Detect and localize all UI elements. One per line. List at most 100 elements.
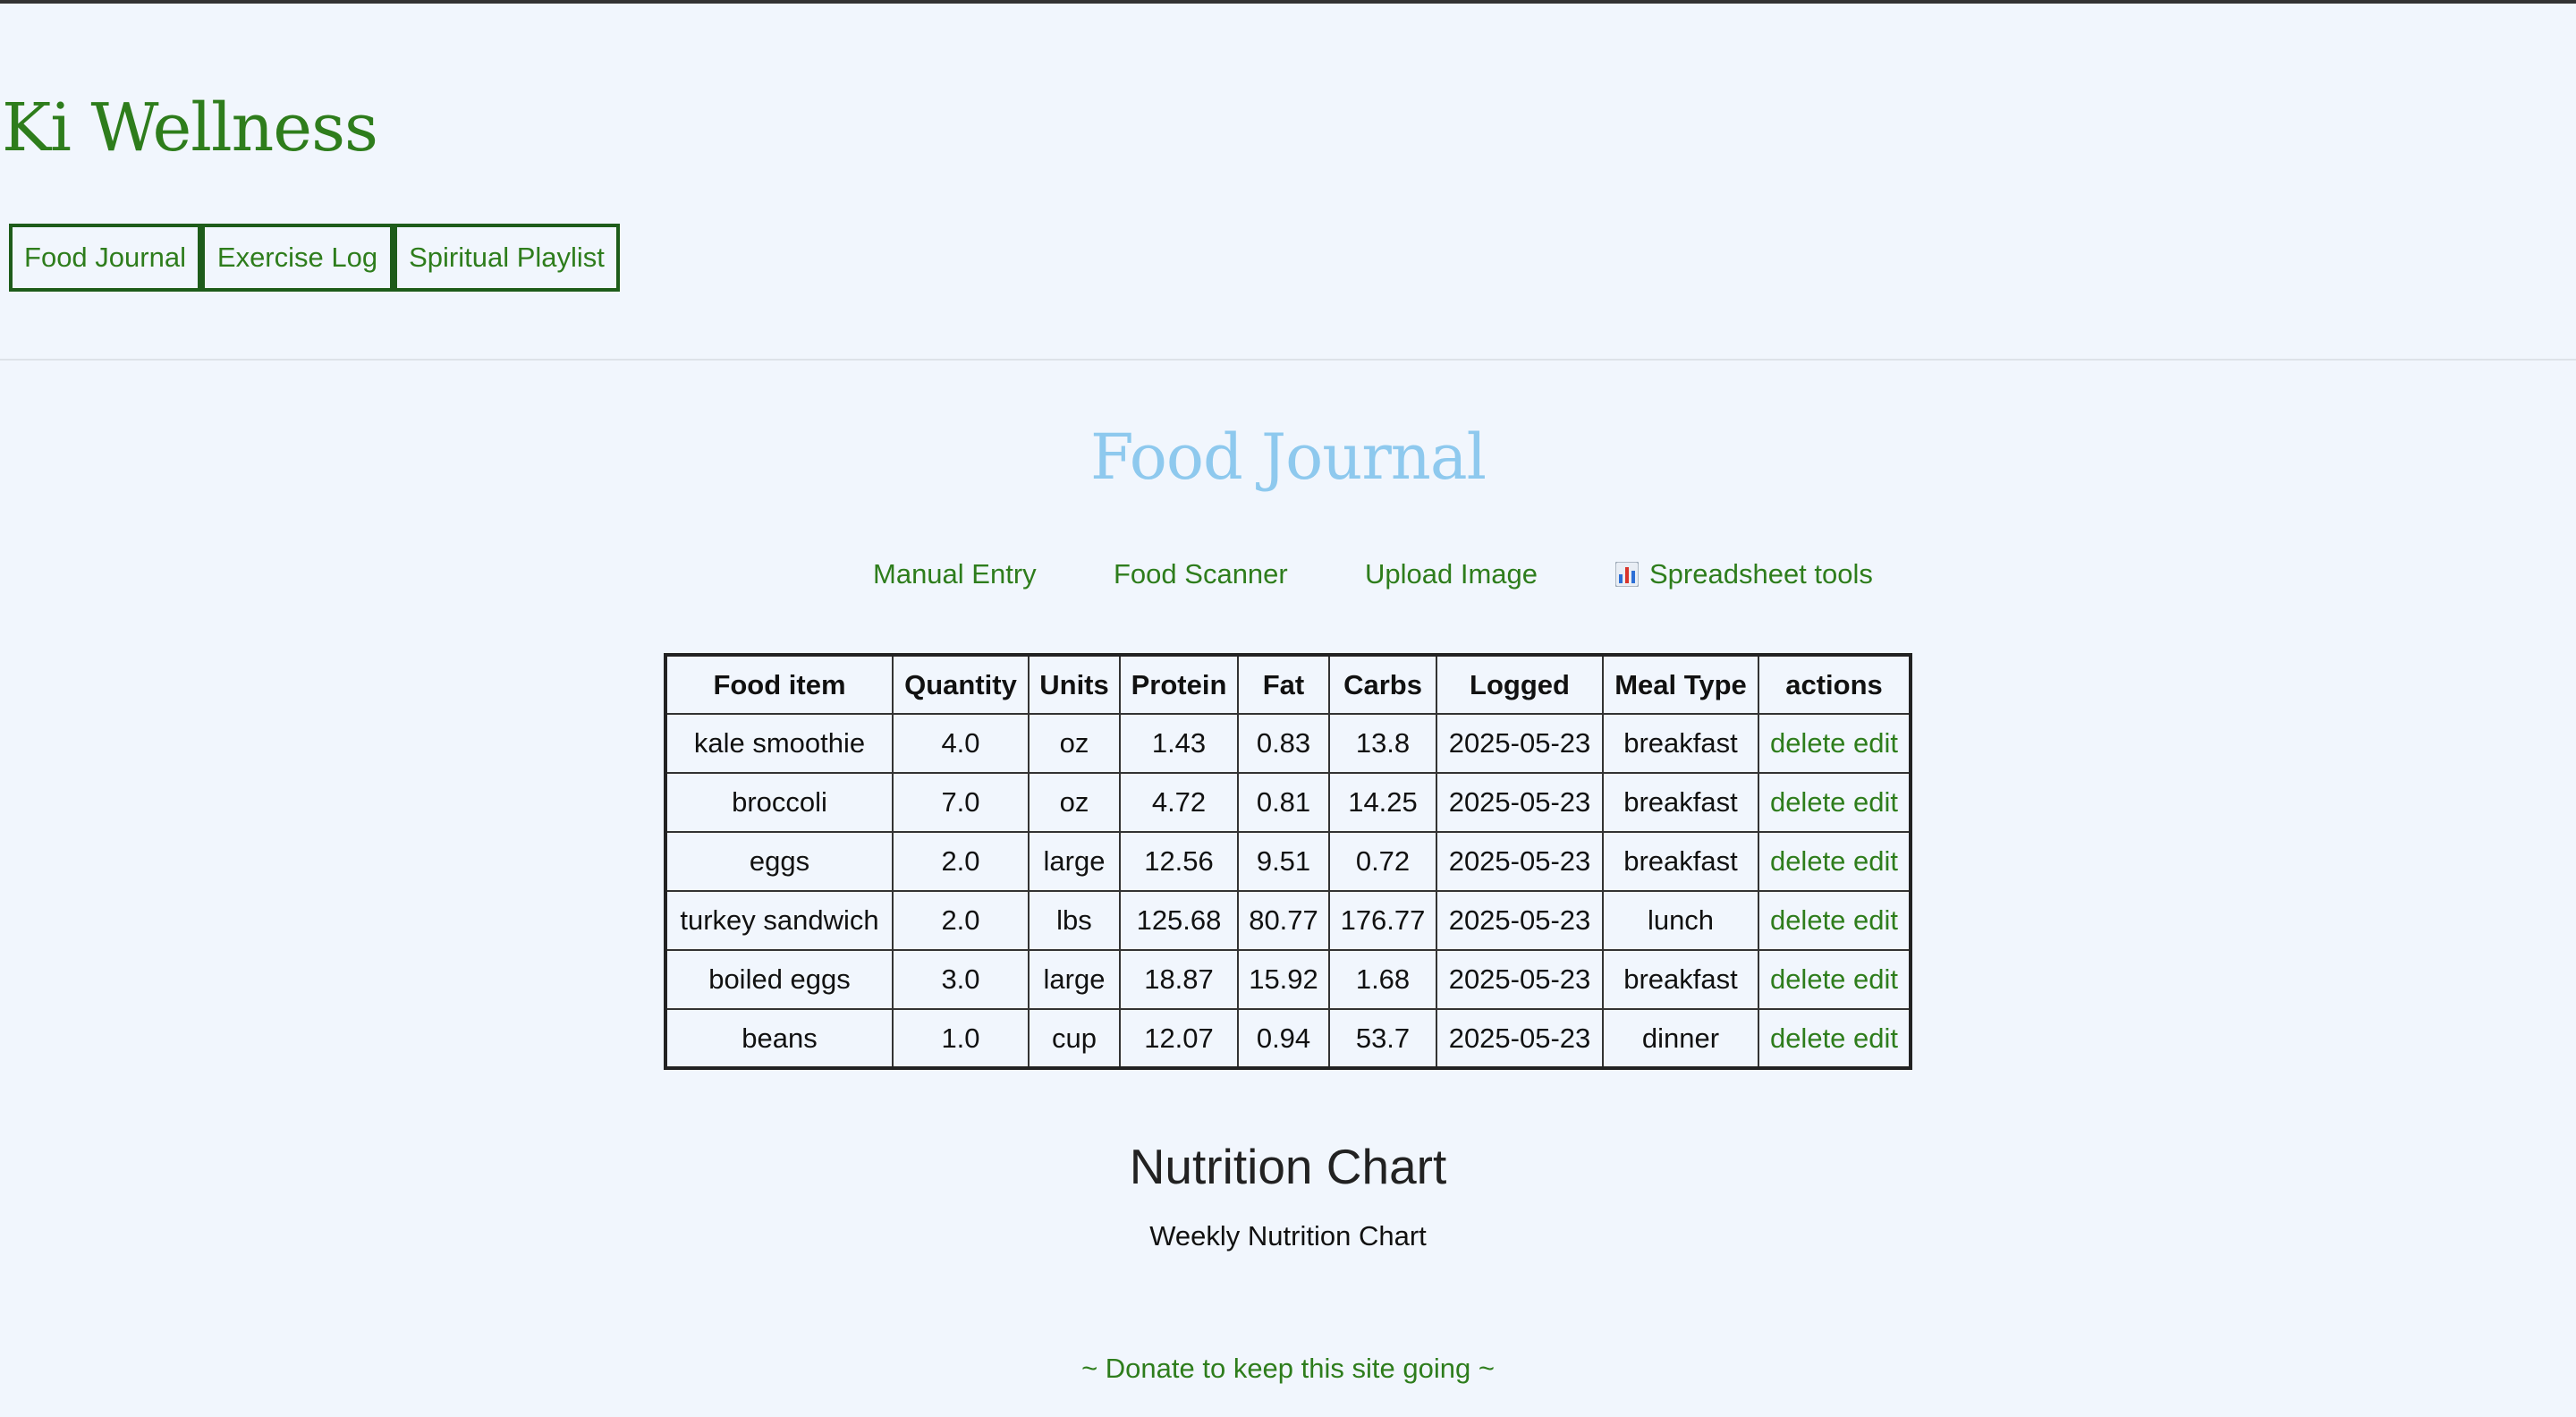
bar-chart-icon bbox=[1615, 562, 1639, 587]
units-cell: large bbox=[1028, 831, 1121, 892]
actions-cell: delete edit bbox=[1758, 949, 1911, 1010]
column-header-logged: Logged bbox=[1436, 654, 1604, 715]
column-header-carbs: Carbs bbox=[1328, 654, 1437, 715]
actions-cell: delete edit bbox=[1758, 1008, 1911, 1069]
fat-cell: 15.92 bbox=[1237, 949, 1330, 1010]
carbs-cell: 53.7 bbox=[1328, 1008, 1437, 1069]
meal-type-cell: breakfast bbox=[1602, 713, 1759, 774]
page-title: Food Journal bbox=[1089, 420, 1487, 494]
protein-cell: 4.72 bbox=[1119, 772, 1239, 833]
fat-cell: 0.81 bbox=[1237, 772, 1330, 833]
carbs-cell: 13.8 bbox=[1328, 713, 1437, 774]
logged-cell: 2025-05-23 bbox=[1436, 831, 1604, 892]
food-item-cell: kale smoothie bbox=[665, 713, 894, 774]
food-journal-table: Food item Quantity Units Protein Fat Car… bbox=[664, 653, 1912, 1070]
table-header-row: Food item Quantity Units Protein Fat Car… bbox=[665, 654, 1911, 715]
protein-cell: 12.07 bbox=[1119, 1008, 1239, 1069]
protein-cell: 125.68 bbox=[1119, 890, 1239, 951]
column-header-actions: actions bbox=[1758, 654, 1911, 715]
units-cell: oz bbox=[1028, 772, 1121, 833]
table-row: eggs 2.0 large 12.56 9.51 0.72 2025-05-2… bbox=[665, 831, 1911, 892]
brand-logo[interactable]: Ki Wellness bbox=[2, 89, 378, 166]
column-header-quantity: Quantity bbox=[892, 654, 1030, 715]
carbs-cell: 14.25 bbox=[1328, 772, 1437, 833]
logged-cell: 2025-05-23 bbox=[1436, 1008, 1604, 1069]
meal-type-cell: breakfast bbox=[1602, 949, 1759, 1010]
column-header-fat: Fat bbox=[1237, 654, 1330, 715]
column-header-food-item: Food item bbox=[665, 654, 894, 715]
actions-cell: delete edit bbox=[1758, 772, 1911, 833]
delete-link[interactable]: delete bbox=[1770, 845, 1845, 877]
carbs-cell: 176.77 bbox=[1328, 890, 1437, 951]
food-item-cell: beans bbox=[665, 1008, 894, 1069]
table-row: boiled eggs 3.0 large 18.87 15.92 1.68 2… bbox=[665, 949, 1911, 1010]
table-row: kale smoothie 4.0 oz 1.43 0.83 13.8 2025… bbox=[665, 713, 1911, 774]
protein-cell: 18.87 bbox=[1119, 949, 1239, 1010]
nav-exercise-log-button[interactable]: Exercise Log bbox=[201, 224, 394, 292]
actions-cell: delete edit bbox=[1758, 713, 1911, 774]
fat-cell: 0.83 bbox=[1237, 713, 1330, 774]
units-cell: oz bbox=[1028, 713, 1121, 774]
quantity-cell: 1.0 bbox=[892, 1008, 1030, 1069]
spreadsheet-tools-label: Spreadsheet tools bbox=[1649, 558, 1873, 590]
quantity-cell: 4.0 bbox=[892, 713, 1030, 774]
journal-tools: Manual Entry Food Scanner Upload Image S… bbox=[0, 558, 2576, 596]
donate-link[interactable]: ~ Donate to keep this site going ~ bbox=[0, 1353, 2576, 1385]
nutrition-chart-heading: Nutrition Chart bbox=[1129, 1139, 1447, 1194]
quantity-cell: 3.0 bbox=[892, 949, 1030, 1010]
table-row: beans 1.0 cup 12.07 0.94 53.7 2025-05-23… bbox=[665, 1008, 1911, 1069]
delete-link[interactable]: delete bbox=[1770, 786, 1845, 818]
edit-link[interactable]: edit bbox=[1853, 727, 1898, 759]
site-header: Ki Wellness Food Journal Exercise Log Sp… bbox=[0, 4, 2576, 361]
carbs-cell: 1.68 bbox=[1328, 949, 1437, 1010]
protein-cell: 1.43 bbox=[1119, 713, 1239, 774]
column-header-meal-type: Meal Type bbox=[1602, 654, 1759, 715]
food-item-cell: boiled eggs bbox=[665, 949, 894, 1010]
meal-type-cell: dinner bbox=[1602, 1008, 1759, 1069]
food-item-cell: eggs bbox=[665, 831, 894, 892]
units-cell: large bbox=[1028, 949, 1121, 1010]
delete-link[interactable]: delete bbox=[1770, 963, 1845, 995]
logged-cell: 2025-05-23 bbox=[1436, 772, 1604, 833]
actions-cell: delete edit bbox=[1758, 831, 1911, 892]
food-item-cell: broccoli bbox=[665, 772, 894, 833]
quantity-cell: 2.0 bbox=[892, 890, 1030, 951]
main-nav: Food Journal Exercise Log Spiritual Play… bbox=[9, 224, 620, 292]
delete-link[interactable]: delete bbox=[1770, 904, 1845, 936]
food-item-cell: turkey sandwich bbox=[665, 890, 894, 951]
carbs-cell: 0.72 bbox=[1328, 831, 1437, 892]
nav-spiritual-playlist-button[interactable]: Spiritual Playlist bbox=[394, 224, 620, 292]
logged-cell: 2025-05-23 bbox=[1436, 949, 1604, 1010]
delete-link[interactable]: delete bbox=[1770, 727, 1845, 759]
fat-cell: 80.77 bbox=[1237, 890, 1330, 951]
protein-cell: 12.56 bbox=[1119, 831, 1239, 892]
edit-link[interactable]: edit bbox=[1853, 845, 1898, 877]
upload-image-link[interactable]: Upload Image bbox=[1365, 558, 1538, 590]
manual-entry-link[interactable]: Manual Entry bbox=[873, 558, 1037, 590]
delete-link[interactable]: delete bbox=[1770, 1022, 1845, 1054]
table-row: turkey sandwich 2.0 lbs 125.68 80.77 176… bbox=[665, 890, 1911, 951]
meal-type-cell: breakfast bbox=[1602, 831, 1759, 892]
units-cell: lbs bbox=[1028, 890, 1121, 951]
fat-cell: 0.94 bbox=[1237, 1008, 1330, 1069]
logged-cell: 2025-05-23 bbox=[1436, 713, 1604, 774]
nav-food-journal-button[interactable]: Food Journal bbox=[9, 224, 201, 292]
actions-cell: delete edit bbox=[1758, 890, 1911, 951]
edit-link[interactable]: edit bbox=[1853, 963, 1898, 995]
quantity-cell: 7.0 bbox=[892, 772, 1030, 833]
quantity-cell: 2.0 bbox=[892, 831, 1030, 892]
edit-link[interactable]: edit bbox=[1853, 1022, 1898, 1054]
meal-type-cell: lunch bbox=[1602, 890, 1759, 951]
edit-link[interactable]: edit bbox=[1853, 904, 1898, 936]
fat-cell: 9.51 bbox=[1237, 831, 1330, 892]
nutrition-chart-subheading: Weekly Nutrition Chart bbox=[1149, 1220, 1427, 1252]
food-scanner-link[interactable]: Food Scanner bbox=[1114, 558, 1288, 590]
table-row: broccoli 7.0 oz 4.72 0.81 14.25 2025-05-… bbox=[665, 772, 1911, 833]
logged-cell: 2025-05-23 bbox=[1436, 890, 1604, 951]
column-header-units: Units bbox=[1028, 654, 1121, 715]
edit-link[interactable]: edit bbox=[1853, 786, 1898, 818]
meal-type-cell: breakfast bbox=[1602, 772, 1759, 833]
spreadsheet-tools-link[interactable]: Spreadsheet tools bbox=[1615, 558, 1873, 590]
units-cell: cup bbox=[1028, 1008, 1121, 1069]
column-header-protein: Protein bbox=[1119, 654, 1239, 715]
